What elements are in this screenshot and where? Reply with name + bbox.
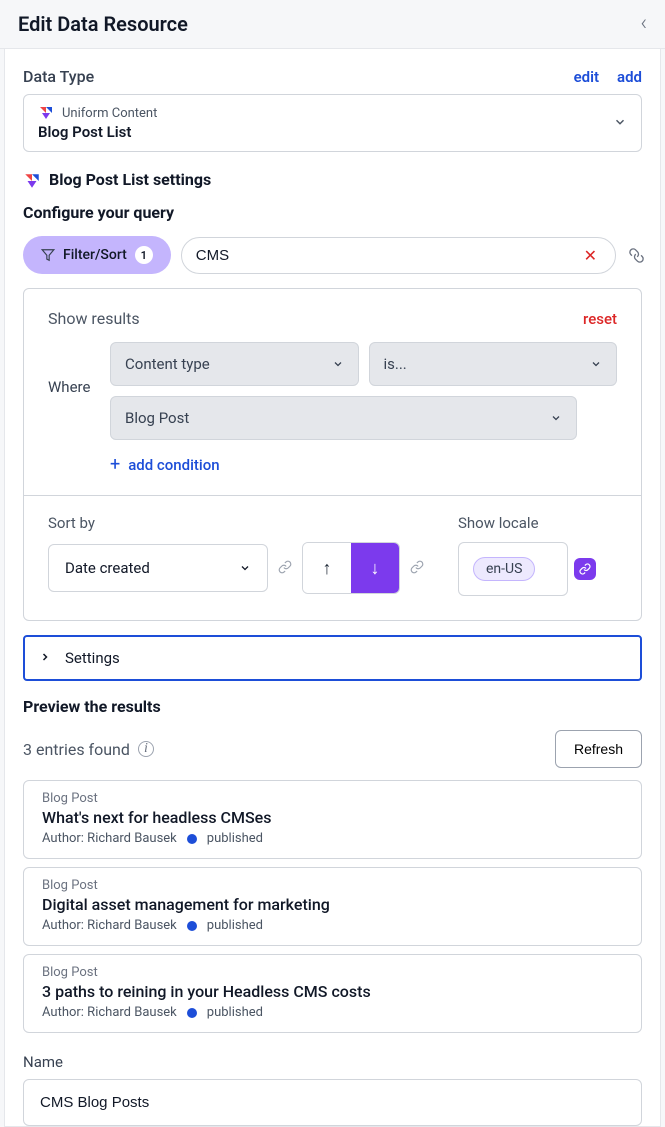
search-input[interactable] — [196, 247, 580, 264]
sort-field-select[interactable]: Date created — [48, 544, 268, 592]
name-section: Name — [23, 1053, 642, 1126]
entry-card[interactable]: Blog Post 3 paths to reining in your Head… — [23, 954, 642, 1033]
name-label: Name — [23, 1053, 642, 1071]
preview-title: Preview the results — [23, 697, 642, 716]
entry-type: Blog Post — [42, 965, 623, 980]
sort-direction: ↑ ↓ — [302, 542, 400, 594]
content: Data Type edit add Uniform Content Blog … — [4, 49, 661, 1127]
chevron-down-icon — [550, 412, 562, 424]
sort-by-label: Sort by — [48, 514, 424, 532]
entry-author: Author: Richard Bausek — [42, 831, 177, 846]
entry-type: Blog Post — [42, 791, 623, 806]
data-type-top-label: Uniform Content — [62, 106, 157, 121]
where-label: Where — [48, 342, 96, 396]
edit-link[interactable]: edit — [574, 68, 599, 86]
locale-label: Show locale — [458, 514, 596, 532]
field-select[interactable]: Content type — [110, 342, 359, 386]
entry-card[interactable]: Blog Post Digital asset management for ma… — [23, 867, 642, 946]
data-type-label: Data Type — [23, 67, 94, 86]
filter-icon — [41, 248, 55, 262]
entry-title: 3 paths to reining in your Headless CMS … — [42, 982, 623, 1001]
info-icon[interactable]: i — [138, 741, 154, 757]
status-dot-icon — [187, 834, 197, 844]
clear-search-icon[interactable]: ✕ — [580, 246, 601, 265]
entry-type: Blog Post — [42, 878, 623, 893]
entry-meta: Author: Richard Bausek published — [42, 831, 623, 846]
locale-select[interactable]: en-US — [458, 542, 568, 596]
name-input[interactable] — [23, 1079, 642, 1126]
uniform-logo-icon — [23, 172, 39, 188]
results-box: Show results reset Where Content type is… — [23, 288, 642, 621]
data-type-main-label: Blog Post List — [38, 123, 157, 141]
settings-header: Blog Post List settings — [23, 170, 642, 189]
entry-author: Author: Richard Bausek — [42, 918, 177, 933]
entry-author: Author: Richard Bausek — [42, 1005, 177, 1020]
filter-count-badge: 1 — [135, 246, 153, 264]
add-link[interactable]: add — [617, 68, 642, 86]
search-input-wrap: ✕ — [181, 237, 616, 274]
chevron-down-icon — [332, 358, 344, 370]
entries-list: Blog Post What's next for headless CMSes A… — [23, 780, 642, 1033]
entry-title: Digital asset management for marketing — [42, 895, 623, 914]
chevron-right-icon — [39, 649, 51, 667]
locale-pill: en-US — [473, 557, 535, 581]
sort-section: Sort by Date created ↑ ↓ — [24, 495, 641, 620]
panel-header: Edit Data Resource ‹ — [0, 0, 665, 49]
sort-asc-button[interactable]: ↑ — [303, 543, 351, 593]
sort-desc-button[interactable]: ↓ — [351, 543, 399, 593]
configure-query-label: Configure your query — [23, 203, 642, 222]
entry-meta: Author: Richard Bausek published — [42, 918, 623, 933]
filter-sort-button[interactable]: Filter/Sort 1 — [23, 236, 171, 274]
link-icon[interactable] — [278, 559, 292, 578]
reset-button[interactable]: reset — [583, 310, 617, 328]
collapse-icon[interactable]: ‹ — [640, 13, 647, 35]
data-type-select[interactable]: Uniform Content Blog Post List — [23, 94, 642, 152]
settings-heading: Blog Post List settings — [49, 170, 211, 189]
operator-select[interactable]: is... — [369, 342, 618, 386]
refresh-button[interactable]: Refresh — [555, 730, 642, 768]
plus-icon: + — [110, 454, 120, 475]
entry-status: published — [207, 918, 263, 933]
filter-label: Filter/Sort — [63, 247, 127, 263]
chevron-down-icon — [613, 114, 627, 133]
entry-card[interactable]: Blog Post What's next for headless CMSes A… — [23, 780, 642, 859]
settings-accordion[interactable]: Settings — [23, 635, 642, 681]
preview-row: 3 entries found i Refresh — [23, 730, 642, 768]
chevron-down-icon — [239, 562, 251, 574]
value-select[interactable]: Blog Post — [110, 396, 577, 440]
panel-title: Edit Data Resource — [18, 12, 188, 36]
entry-status: published — [207, 1005, 263, 1020]
show-results-label: Show results — [48, 309, 140, 328]
status-dot-icon — [187, 921, 197, 931]
uniform-logo-icon — [38, 105, 54, 121]
link-icon[interactable] — [624, 247, 645, 263]
data-type-header: Data Type edit add — [23, 67, 642, 86]
entry-meta: Author: Richard Bausek published — [42, 1005, 623, 1020]
entries-found: 3 entries found i — [23, 740, 154, 759]
settings-accordion-label: Settings — [65, 649, 120, 667]
entry-status: published — [207, 831, 263, 846]
entry-title: What's next for headless CMSes — [42, 808, 623, 827]
add-condition-button[interactable]: + add condition — [110, 454, 617, 475]
chevron-down-icon — [590, 358, 602, 370]
data-type-actions: edit add — [574, 68, 642, 86]
locale-link-button[interactable] — [574, 558, 596, 580]
query-row: Filter/Sort 1 ✕ — [23, 236, 642, 274]
status-dot-icon — [187, 1008, 197, 1018]
link-icon[interactable] — [410, 559, 424, 578]
